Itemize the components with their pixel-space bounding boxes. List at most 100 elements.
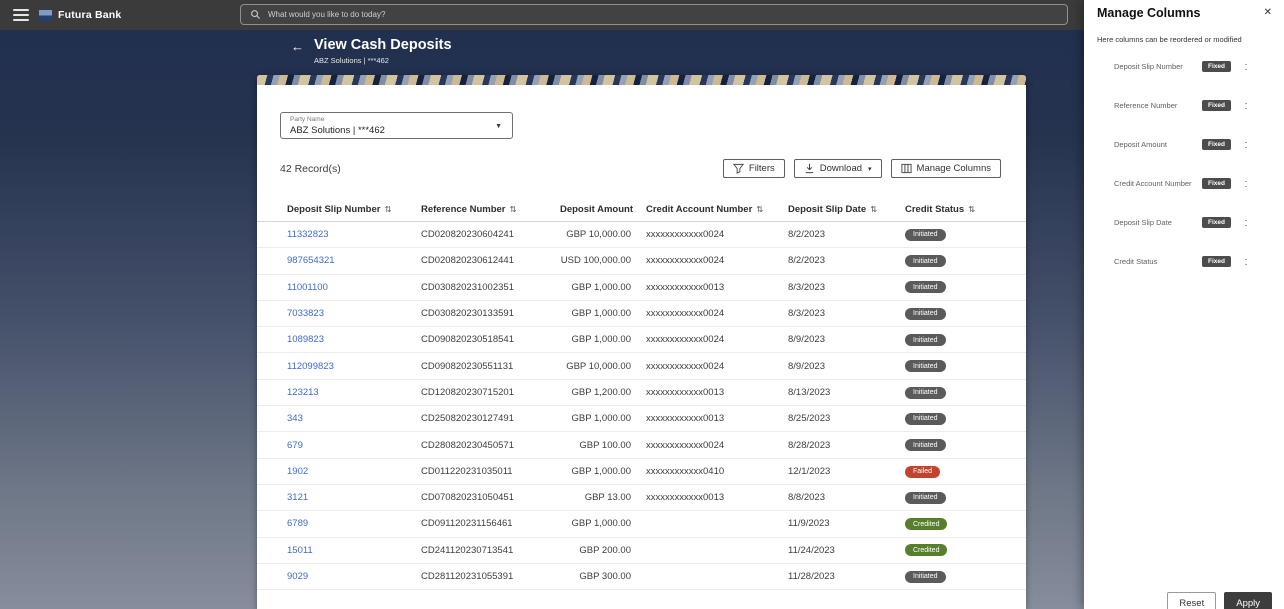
table-row: 9029 CD281120231055391 GBP 300.00 11/28/202… <box>257 564 1026 591</box>
column-header-deposit-slip-date[interactable]: Deposit Slip Date ⇅ <box>788 204 905 215</box>
credit-status-cell: Initiated <box>905 412 1016 425</box>
fixed-badge: Fixed <box>1202 256 1231 267</box>
manage-columns-button[interactable]: Manage Columns <box>890 159 1001 178</box>
download-button[interactable]: Download ▾ <box>793 159 882 178</box>
panel-title: Manage Columns <box>1097 6 1201 20</box>
deposit-slip-link[interactable]: 1902 <box>287 466 308 477</box>
drag-handle-icon[interactable] <box>1244 258 1247 265</box>
reference-number-cell: CD030820230133591 <box>421 308 514 320</box>
apply-button[interactable]: Apply <box>1224 592 1272 609</box>
deposit-amount-cell: GBP 10,000.00 <box>566 229 631 241</box>
main-content: ← View Cash Deposits ABZ Solutions | ***… <box>0 30 1084 609</box>
column-label: Deposit Amount <box>559 204 633 215</box>
panel-header: Manage Columns ✕ <box>1084 0 1284 20</box>
back-arrow-icon[interactable]: ← <box>291 39 304 65</box>
fixed-badge: Fixed <box>1202 139 1231 150</box>
page-subtitle: ABZ Solutions | ***462 <box>314 56 389 65</box>
drag-handle-icon[interactable] <box>1244 63 1247 70</box>
deposit-slip-link[interactable]: 1089823 <box>287 334 324 345</box>
party-name-select[interactable]: Party Name ABZ Solutions | ***462 ▼ <box>280 112 513 139</box>
credit-status-cell: Initiated <box>905 360 1016 373</box>
deposit-slip-date-cell: 11/28/2023 <box>788 571 835 582</box>
credit-account-cell: xxxxxxxxxxxx0410 <box>646 465 725 477</box>
credit-status-cell: Initiated <box>905 255 1016 268</box>
manage-column-item: Credit Account Number Fixed <box>1084 164 1284 203</box>
deposit-slip-link[interactable]: 11001100 <box>287 282 328 293</box>
credit-account-cell: xxxxxxxxxxxx0013 <box>646 386 725 398</box>
deposit-slip-date-cell: 8/2/2023 <box>788 229 825 241</box>
reference-number-cell: CD070820231050451 <box>421 492 514 504</box>
status-badge: Initiated <box>905 570 946 583</box>
reference-number-cell: CD280820230450571 <box>421 439 514 451</box>
download-button-label: Download <box>819 163 863 174</box>
filters-button[interactable]: Filters <box>722 159 785 178</box>
reference-number-cell: CD090820230551131 <box>421 360 514 372</box>
deposit-slip-link[interactable]: 112099823 <box>287 361 334 372</box>
deposit-slip-link[interactable]: 11332823 <box>287 229 329 240</box>
sort-icon: ⇅ <box>509 204 517 214</box>
deposit-amount-cell: GBP 1,000.00 <box>571 465 631 477</box>
close-icon[interactable]: ✕ <box>1264 7 1272 18</box>
deposit-slip-link[interactable]: 9029 <box>287 571 308 582</box>
download-icon <box>805 163 813 174</box>
columns-icon <box>900 163 912 174</box>
deposit-slip-link[interactable]: 15011 <box>287 545 313 556</box>
deposit-slip-link[interactable]: 679 <box>287 440 303 451</box>
manage-columns-panel: Manage Columns ✕ Here columns can be reo… <box>1084 0 1284 609</box>
column-header-credit-status[interactable]: Credit Status ⇅ <box>905 204 1016 215</box>
global-search[interactable] <box>240 4 1068 25</box>
reference-number-cell: CD120820230715201 <box>421 386 514 398</box>
deposit-slip-link[interactable]: 3121 <box>287 492 308 503</box>
column-header-reference-number[interactable]: Reference Number ⇅ <box>421 204 551 215</box>
manage-columns-button-label: Manage Columns <box>916 163 991 174</box>
table-row: 1089823 CD090820230518541 GBP 1,000.00 xxxx… <box>257 327 1026 354</box>
drag-handle-icon[interactable] <box>1244 219 1247 226</box>
deposit-amount-cell: GBP 1,000.00 <box>571 413 631 425</box>
credit-account-cell: xxxxxxxxxxxx0013 <box>646 281 725 293</box>
table-row: 11001100 CD030820231002351 GBP 1,000.00 xxx… <box>257 275 1026 301</box>
column-label: Credit Account Number <box>646 204 753 215</box>
column-item-label: Reference Number <box>1114 101 1178 110</box>
deposit-slip-link[interactable]: 7033823 <box>287 308 324 319</box>
record-count: 42 Record(s) <box>280 162 341 175</box>
credit-account-cell: xxxxxxxxxxxx0024 <box>646 308 725 320</box>
deposit-slip-link[interactable]: 343 <box>287 413 303 424</box>
credit-status-cell: Credited <box>905 518 1016 531</box>
table-toolbar: 42 Record(s) Filters Download ▾ Manage C… <box>280 159 1001 178</box>
sort-icon: ⇅ <box>870 204 878 214</box>
status-badge: Initiated <box>905 439 946 452</box>
table-row: 11332823 CD020820230604241 GBP 10,000.00 xx… <box>257 222 1026 249</box>
credit-account-cell: xxxxxxxxxxxx0024 <box>646 439 725 451</box>
manage-column-item: Deposit Slip Number Fixed <box>1084 47 1284 86</box>
reference-number-cell: CD020820230604241 <box>421 229 514 241</box>
deposit-slip-date-cell: 11/24/2023 <box>788 544 835 556</box>
deposit-slip-link[interactable]: 6789 <box>287 518 308 529</box>
credit-status-cell: Credited <box>905 544 1016 557</box>
fixed-badge: Fixed <box>1202 217 1231 228</box>
credit-status-cell: Initiated <box>905 386 1016 399</box>
deposit-slip-cell: 679 <box>287 440 421 451</box>
column-header-deposit-slip-number[interactable]: Deposit Slip Number ⇅ <box>287 204 421 215</box>
reset-button[interactable]: Reset <box>1167 592 1217 609</box>
deposit-amount-cell: GBP 13.00 <box>584 492 631 504</box>
deposit-slip-date-cell: 11/9/2023 <box>788 518 830 530</box>
reference-number-cell: CD281120231055391 <box>421 571 514 582</box>
deposit-slip-cell: 7033823 <box>287 308 421 319</box>
drag-handle-icon[interactable] <box>1244 141 1247 148</box>
reference-number-cell: CD030820231002351 <box>421 281 514 293</box>
search-input[interactable] <box>268 10 1058 19</box>
credit-status-cell: Initiated <box>905 439 1016 452</box>
content-card: Party Name ABZ Solutions | ***462 ▼ 42 R… <box>257 75 1026 609</box>
column-header-credit-account-number[interactable]: Credit Account Number ⇅ <box>646 204 788 215</box>
drag-handle-icon[interactable] <box>1244 180 1247 187</box>
credit-status-cell: Initiated <box>905 334 1016 347</box>
deposit-amount-cell: GBP 200.00 <box>579 544 631 556</box>
reference-number-cell: CD020820230612441 <box>421 255 514 267</box>
deposit-slip-link[interactable]: 987654321 <box>287 255 335 266</box>
menu-icon[interactable] <box>13 6 29 24</box>
manage-column-item: Deposit Slip Date Fixed <box>1084 203 1284 242</box>
status-badge: Credited <box>905 518 948 531</box>
drag-handle-icon[interactable] <box>1244 102 1247 109</box>
deposit-slip-link[interactable]: 123213 <box>287 387 319 398</box>
brand[interactable]: Futura Bank <box>39 9 121 22</box>
